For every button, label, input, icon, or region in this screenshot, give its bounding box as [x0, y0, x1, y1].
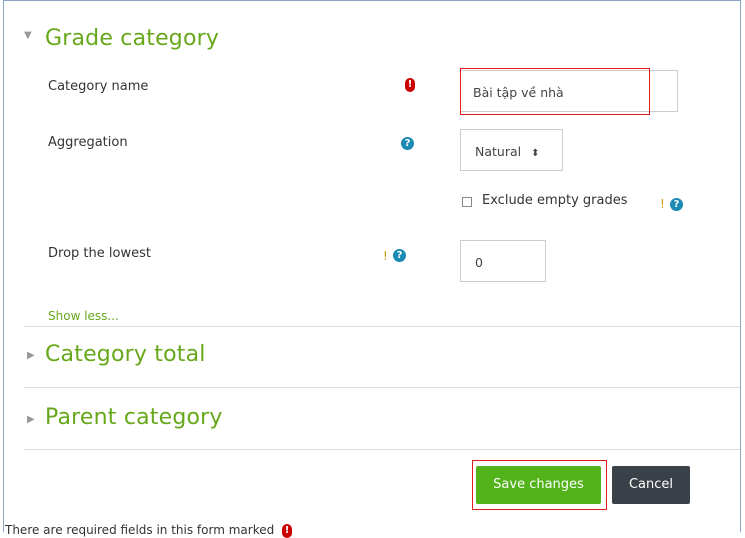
expand-caret-icon[interactable]: ▶	[27, 350, 35, 361]
exclude-empty-grades-checkbox[interactable]	[462, 197, 472, 207]
category-name-label: Category name	[48, 79, 149, 94]
help-icon[interactable]: ?	[670, 198, 683, 211]
required-fields-note-text: There are required fields in this form m…	[5, 523, 275, 537]
exclude-empty-grades-label: Exclude empty grades	[482, 193, 628, 208]
aggregation-select[interactable]: Natural ⬍	[460, 129, 563, 171]
divider	[24, 387, 740, 388]
show-less-link[interactable]: Show less...	[48, 309, 119, 323]
drop-lowest-input[interactable]: 0	[460, 240, 546, 282]
required-icon: !	[405, 78, 415, 92]
required-fields-note: There are required fields in this form m…	[5, 523, 293, 538]
aggregation-label: Aggregation	[48, 135, 128, 150]
highlight-box-save	[472, 460, 607, 510]
collapse-caret-icon[interactable]: ▼	[24, 30, 32, 41]
highlight-box-category-name	[460, 68, 650, 115]
expand-caret-icon[interactable]: ▶	[27, 414, 35, 425]
help-icon[interactable]: ?	[393, 249, 406, 262]
divider	[24, 449, 740, 450]
aggregation-selected-value: Natural	[475, 144, 522, 159]
cancel-button[interactable]: Cancel	[612, 466, 690, 504]
advanced-icon: !	[383, 249, 388, 263]
advanced-icon: !	[660, 197, 665, 211]
section-title-parent-category[interactable]: Parent category	[45, 405, 223, 430]
divider	[24, 326, 740, 327]
select-arrows-icon: ⬍	[531, 148, 540, 159]
section-title-grade-category[interactable]: Grade category	[45, 26, 219, 51]
drop-lowest-label: Drop the lowest	[48, 246, 151, 261]
help-icon[interactable]: ?	[401, 137, 414, 150]
required-icon: !	[282, 523, 293, 538]
section-title-category-total[interactable]: Category total	[45, 342, 206, 367]
